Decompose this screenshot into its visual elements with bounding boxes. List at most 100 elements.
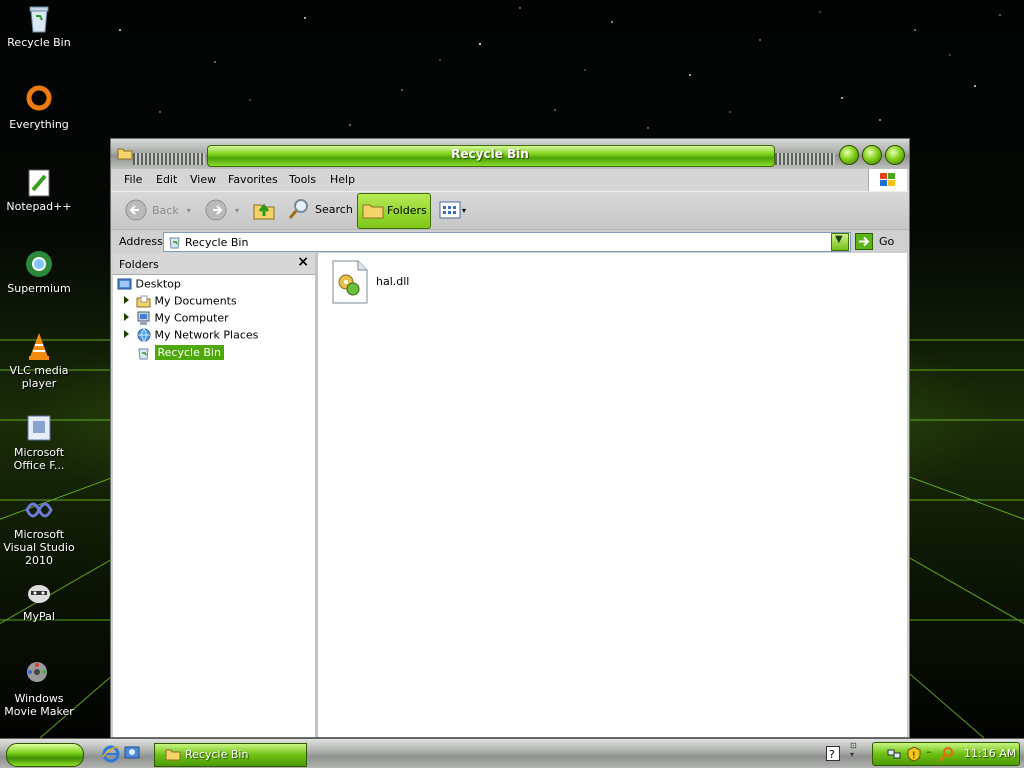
show-desktop-icon[interactable] — [124, 745, 140, 761]
minimize-button[interactable] — [839, 145, 859, 165]
menu-file[interactable]: File — [124, 173, 142, 186]
go-arrow-icon — [855, 233, 873, 250]
maximize-button[interactable] — [862, 145, 882, 165]
folder-icon — [362, 204, 384, 219]
views-grid-icon — [439, 201, 461, 219]
tree-item-label: My Computer — [154, 311, 229, 325]
forward-dropdown-icon[interactable]: ▾ — [235, 206, 239, 215]
up-folder-button[interactable] — [252, 197, 276, 221]
desktop-icon-supermium[interactable]: Supermium — [0, 248, 78, 295]
tree-item-my-computer[interactable]: My Computer — [136, 311, 229, 326]
go-label: Go — [879, 235, 895, 248]
back-button[interactable]: Back ▾ — [125, 199, 191, 221]
internet-explorer-icon[interactable] — [102, 745, 120, 763]
desktop-icon-mypal[interactable]: MyPal — [0, 576, 78, 623]
desktop-icon-label: VLC media player — [9, 364, 69, 390]
menu-favorites[interactable]: Favorites — [228, 173, 278, 186]
windows-flag-icon — [880, 173, 895, 186]
clock[interactable]: 11:16 AM — [964, 747, 1016, 760]
recycle-bin-icon — [29, 6, 49, 33]
tree-item-my-documents[interactable]: My Documents — [136, 294, 237, 309]
windows-logo — [868, 169, 907, 191]
vlc-cone-icon — [29, 333, 49, 360]
tree-item-network-places[interactable]: My Network Places — [136, 328, 258, 343]
expand-arrow-icon[interactable] — [124, 330, 129, 338]
views-button[interactable]: ▾ — [439, 201, 466, 219]
chevron-down-icon: ▼ — [835, 234, 843, 245]
title-grip — [775, 153, 835, 165]
back-label: Back — [152, 203, 179, 217]
address-field[interactable]: Recycle Bin — [163, 232, 851, 252]
file-name: hal.dll — [376, 275, 410, 288]
folders-pane-header: Folders × — [113, 253, 315, 275]
my-computer-icon — [137, 311, 150, 325]
menu-tools[interactable]: Tools — [289, 173, 316, 186]
network-tray-icon[interactable] — [887, 747, 901, 761]
address-dropdown-button[interactable]: ▼ — [831, 233, 849, 251]
start-button[interactable] — [6, 743, 84, 767]
desktop-icon-notepadpp[interactable]: Notepad++ — [0, 166, 78, 213]
menu-help[interactable]: Help — [330, 173, 355, 186]
window-title: Recycle Bin — [451, 147, 529, 161]
tree-item-label: My Documents — [154, 294, 237, 308]
desktop-icon-movie-maker[interactable]: Windows Movie Maker — [0, 658, 78, 718]
forward-arrow-icon — [205, 199, 227, 221]
file-list: hal.dll — [318, 253, 907, 737]
desktop-icon-label: Microsoft Visual Studio 2010 — [3, 528, 75, 567]
close-button[interactable] — [885, 145, 905, 165]
back-arrow-icon — [125, 199, 147, 221]
up-folder-icon — [253, 203, 275, 220]
taskbar: Recycle Bin ? ⊡ ▾ ! – 11:16 AM — [0, 738, 1024, 768]
svg-text:!: ! — [912, 751, 916, 761]
folder-icon — [165, 749, 181, 761]
office-file-icon — [27, 415, 51, 441]
desktop-icon-recycle-bin[interactable]: Recycle Bin — [0, 2, 78, 49]
everything-search-icon — [26, 85, 52, 111]
security-shield-icon[interactable]: ! — [907, 746, 921, 762]
mypal-raccoon-icon — [28, 585, 50, 603]
tree-item-recycle-bin[interactable]: Recycle Bin — [136, 344, 224, 360]
folders-pane: Folders × Desktop My Documents My Comput… — [113, 253, 318, 737]
menu-view[interactable]: View — [190, 173, 216, 186]
desktop-icon-everything[interactable]: Everything — [0, 84, 78, 131]
visual-studio-icon — [25, 502, 53, 518]
movie-maker-icon — [27, 662, 47, 682]
views-dropdown-icon: ▾ — [462, 205, 467, 215]
forward-button[interactable]: ▾ — [205, 199, 239, 221]
search-button[interactable]: Search — [287, 197, 353, 221]
tray-separator-icon: – — [926, 745, 932, 758]
close-icon[interactable]: × — [297, 254, 309, 270]
search-tray-icon[interactable] — [939, 746, 955, 762]
tray-scroll-icon[interactable]: ⊡ ▾ — [850, 741, 857, 759]
recycle-bin-icon — [169, 237, 180, 249]
folders-pane-title: Folders — [119, 258, 159, 271]
desktop-icon-office[interactable]: Microsoft Office F... — [0, 412, 78, 472]
explorer-window: Recycle Bin File Edit View Favorites Too… — [110, 138, 910, 738]
desktop-icon-vlc[interactable]: VLC media player — [0, 330, 78, 390]
address-value: Recycle Bin — [185, 236, 249, 249]
desktop-icon-label: Everything — [9, 118, 69, 131]
title-bar[interactable]: Recycle Bin — [111, 139, 909, 169]
search-label: Search — [315, 202, 353, 216]
desktop-icon-visual-studio[interactable]: Microsoft Visual Studio 2010 — [0, 494, 78, 567]
dll-file-icon — [332, 260, 368, 304]
back-dropdown-icon[interactable]: ▾ — [187, 206, 191, 215]
tree-item-label: My Network Places — [154, 328, 259, 342]
file-item[interactable]: hal.dll — [330, 259, 440, 305]
help-icon[interactable]: ? — [826, 746, 840, 761]
desktop-icon-label: Supermium — [7, 282, 71, 295]
expand-arrow-icon[interactable] — [124, 296, 129, 304]
search-icon — [288, 199, 308, 219]
go-button[interactable]: Go — [855, 233, 903, 250]
taskbar-button-label: Recycle Bin — [185, 748, 249, 761]
expand-arrow-icon[interactable] — [124, 313, 129, 321]
desktop-icon-label: Recycle Bin — [7, 36, 71, 49]
menu-edit[interactable]: Edit — [156, 173, 177, 186]
tree-item-desktop[interactable]: Desktop — [117, 277, 181, 292]
desktop-icon-label: Notepad++ — [6, 200, 72, 213]
address-label: Address — [119, 235, 163, 248]
folders-button[interactable]: Folders — [357, 193, 431, 229]
taskbar-button-recycle-bin[interactable]: Recycle Bin — [154, 743, 307, 767]
title-grip — [133, 153, 205, 165]
folders-label: Folders — [387, 203, 427, 217]
